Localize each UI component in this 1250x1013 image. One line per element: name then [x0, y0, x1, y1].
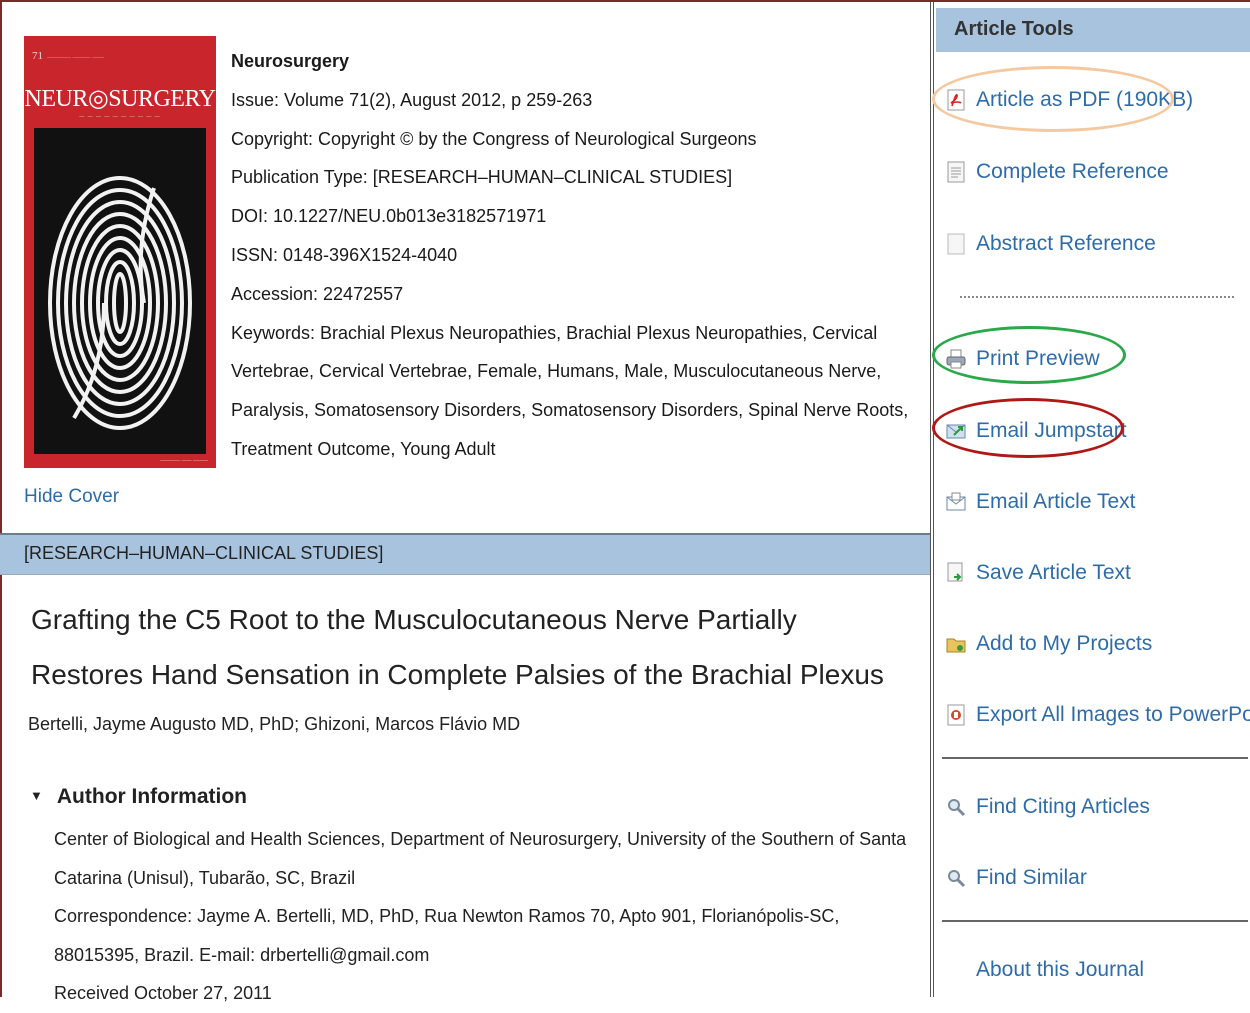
abstract-reference-link[interactable]: Abstract Reference: [946, 224, 1156, 264]
correspondence: Correspondence: Jayme A. Bertelli, MD, P…: [54, 906, 840, 965]
email-jumpstart-link[interactable]: Email Jumpstart: [946, 411, 1127, 451]
cover-volume: 71 ———— ——— ——: [32, 50, 104, 62]
save-article-text-link[interactable]: Save Article Text: [946, 553, 1131, 593]
doi: DOI: 10.1227/NEU.0b013e3182571971: [231, 206, 547, 227]
cover-subtitle: — — — — — — — — — —: [79, 114, 161, 120]
article-tools-header: Article Tools: [936, 8, 1250, 52]
article-authors: Bertelli, Jayme Augusto MD, PhD; Ghizoni…: [28, 714, 521, 734]
find-citing-articles-link[interactable]: Find Citing Articles: [946, 787, 1150, 827]
find-similar-link[interactable]: Find Similar: [946, 858, 1087, 898]
cover-footer: ———— —— ———: [160, 458, 208, 464]
add-to-my-projects-link[interactable]: Add to My Projects: [946, 624, 1152, 664]
article-main: 71 ———— ——— —— NEUR◎SURGERY — — — — — — —…: [0, 2, 930, 1003]
issue-info: Issue: Volume 71(2), August 2012, p 259-…: [231, 89, 593, 110]
author-information-body: Center of Biological and Health Sciences…: [24, 820, 909, 1013]
article-as-pdf-link[interactable]: Article as PDF (190KB): [946, 80, 1193, 120]
keywords: Keywords: Brachial Plexus Neuropathies, …: [231, 322, 909, 459]
issn: ISSN: 0148-396X1524-4040: [231, 244, 458, 265]
document-icon: [946, 232, 966, 256]
cover-title: NEUR◎SURGERY: [24, 86, 216, 112]
save-icon: [946, 561, 966, 585]
envelope-icon: [946, 490, 966, 514]
sidebar-divider: [960, 296, 1234, 298]
hide-cover-link[interactable]: Hide Cover: [24, 486, 119, 508]
article-tools-title: Article Tools: [954, 18, 1074, 40]
folder-icon: [946, 632, 966, 656]
email-article-text-link[interactable]: Email Article Text: [946, 482, 1136, 522]
copyright-info: Copyright: Copyright © by the Congress o…: [231, 128, 757, 149]
powerpoint-icon: [946, 703, 966, 727]
pdf-icon: [946, 88, 966, 112]
print-preview-link[interactable]: Print Preview: [946, 339, 1100, 379]
journal-cover-image: 71 ———— ——— —— NEUR◎SURGERY — — — — — — —…: [24, 36, 216, 468]
sidebar-divider: [942, 757, 1248, 759]
fingerprint-image: [34, 128, 206, 454]
author-information-toggle[interactable]: ▼ Author Information: [30, 785, 247, 809]
about-this-journal-link[interactable]: About this Journal: [946, 950, 1144, 990]
export-images-powerpoint-link[interactable]: Export All Images to PowerPoint: [946, 695, 1250, 735]
document-icon: [946, 160, 966, 184]
journal-metadata: Neurosurgery Issue: Volume 71(2), August…: [231, 42, 921, 469]
magnifier-icon: [946, 795, 966, 819]
article-title: Grafting the C5 Root to the Musculocutan…: [31, 604, 884, 690]
column-divider: [930, 2, 934, 997]
article-tools-sidebar: Article Tools Article as PDF (190KB) Com…: [932, 2, 1250, 997]
magnifier-icon: [946, 866, 966, 890]
publication-type: Publication Type: [RESEARCH–HUMAN–CLINIC…: [231, 167, 733, 188]
sidebar-divider: [942, 920, 1248, 922]
triangle-down-icon: ▼: [30, 788, 43, 803]
section-header: [RESEARCH–HUMAN–CLINICAL STUDIES]: [0, 533, 930, 575]
affiliation: Center of Biological and Health Sciences…: [54, 829, 907, 888]
accession: Accession: 22472557: [231, 283, 404, 304]
journal-name: Neurosurgery: [231, 51, 350, 71]
received-date: Received October 27, 2011: [54, 983, 272, 1004]
printer-icon: [946, 347, 966, 371]
complete-reference-link[interactable]: Complete Reference: [946, 152, 1169, 192]
section-label: [RESEARCH–HUMAN–CLINICAL STUDIES]: [24, 543, 384, 563]
email-jumpstart-icon: [946, 419, 966, 443]
author-information-heading: Author Information: [56, 785, 248, 808]
